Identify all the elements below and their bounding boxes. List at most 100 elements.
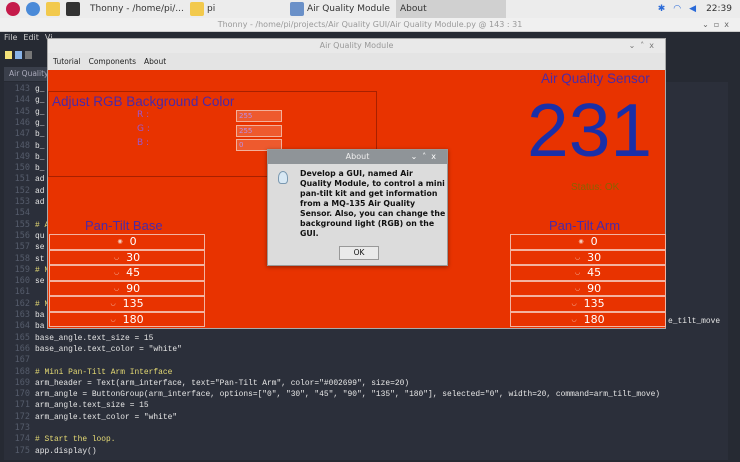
line-number: 144 bbox=[14, 95, 30, 106]
about-dialog: About ⌄˄x Develop a GUI, named Air Qualit… bbox=[267, 149, 448, 266]
task-pi[interactable]: pi bbox=[186, 0, 286, 18]
menu-about[interactable]: About bbox=[144, 57, 166, 66]
wifi-icon[interactable]: ◠ bbox=[673, 4, 681, 14]
line-number: 168 bbox=[14, 366, 30, 377]
arm-angle-option[interactable]: ◡ 45 bbox=[510, 265, 666, 281]
option-label: 180 bbox=[122, 312, 144, 326]
code-line-tail: e_tilt_move bbox=[668, 317, 721, 326]
new-file-icon[interactable] bbox=[5, 51, 12, 59]
about-title-bar: About ⌄˄x bbox=[268, 150, 447, 164]
option-label: 135 bbox=[583, 297, 605, 310]
arm-angle-option[interactable]: ◡ 135 bbox=[510, 296, 666, 312]
radio-selected-icon: ◉ bbox=[117, 238, 123, 245]
line-number: 156 bbox=[14, 230, 30, 241]
code-line: b_ bbox=[35, 152, 45, 162]
arm-angle-option[interactable]: ◡ 30 bbox=[510, 249, 666, 265]
sensor-title: Air Quality Sensor bbox=[541, 71, 650, 86]
arm-angle-option[interactable]: ◡ 90 bbox=[510, 280, 666, 296]
terminal-icon[interactable] bbox=[66, 2, 80, 16]
radio-icon: ◡ bbox=[110, 300, 116, 307]
ok-button[interactable]: OK bbox=[339, 246, 379, 260]
code-line: st bbox=[35, 254, 45, 264]
menu-edit[interactable]: Edit bbox=[23, 33, 39, 42]
task-label: About bbox=[400, 4, 427, 14]
line-number: 151 bbox=[14, 174, 30, 185]
code-line: ad bbox=[35, 175, 45, 185]
arm-angle-option[interactable]: ◡ 180 bbox=[510, 311, 666, 327]
base-title: Pan-Tilt Base bbox=[85, 218, 163, 233]
code-line: b_ bbox=[35, 130, 45, 140]
code-line: ba bbox=[35, 311, 45, 320]
option-label: 30 bbox=[587, 250, 602, 264]
window-title: Thonny - /home/pi/projects/Air Quality G… bbox=[217, 20, 523, 29]
menu-file[interactable]: File bbox=[4, 33, 17, 42]
base-angle-option[interactable]: ◡ 90 bbox=[49, 280, 205, 296]
line-number: 174 bbox=[14, 434, 30, 445]
radio-icon: ◡ bbox=[113, 284, 120, 292]
base-angle-option[interactable]: ◡ 30 bbox=[49, 249, 205, 265]
radio-icon: ◡ bbox=[571, 315, 577, 323]
thonny-menu-bar: File Edit Vi bbox=[4, 33, 52, 42]
save-file-icon[interactable] bbox=[25, 51, 32, 59]
code-line: g_ bbox=[35, 107, 45, 117]
code-line: app.display() bbox=[35, 446, 97, 456]
line-number: 152 bbox=[14, 185, 30, 196]
line-number: 171 bbox=[14, 400, 30, 411]
line-number: 143 bbox=[14, 84, 30, 94]
g-input[interactable]: 255 bbox=[236, 125, 282, 137]
line-number: 155 bbox=[14, 219, 30, 230]
code-line: # Mini Pan-Tilt Arm Interface bbox=[35, 367, 173, 377]
code-line: g_ bbox=[35, 118, 45, 128]
window-controls[interactable]: ⌄▫x bbox=[702, 18, 734, 32]
line-number: 165 bbox=[14, 332, 30, 343]
menu-components[interactable]: Components bbox=[89, 57, 136, 66]
base-angle-option[interactable]: ◡ 45 bbox=[49, 265, 205, 281]
arm-title: Pan-Tilt Arm bbox=[549, 218, 621, 233]
bluetooth-icon[interactable]: ✱ bbox=[658, 4, 666, 14]
task-label: pi bbox=[207, 4, 216, 14]
line-number: 154 bbox=[14, 208, 30, 219]
task-about[interactable]: About bbox=[396, 0, 506, 18]
open-file-icon[interactable] bbox=[15, 51, 22, 59]
editor-tab[interactable]: Air Quality bbox=[4, 67, 48, 81]
code-line: g_ bbox=[35, 96, 45, 106]
arm-angle-option[interactable]: ◉ 0 bbox=[510, 234, 666, 250]
task-air-quality[interactable]: Air Quality Module bbox=[286, 0, 396, 18]
b-label: B : bbox=[137, 138, 150, 148]
line-number: 158 bbox=[14, 253, 30, 264]
line-number: 146 bbox=[14, 117, 30, 128]
line-number: 150 bbox=[14, 163, 30, 174]
window-controls[interactable]: ⌄˄x bbox=[411, 150, 441, 164]
r-input[interactable]: 255 bbox=[236, 110, 282, 122]
option-label: 135 bbox=[122, 297, 144, 310]
radio-icon: ◡ bbox=[113, 269, 120, 276]
info-bulb-icon bbox=[278, 171, 288, 184]
code-line: base_angle.text_size = 15 bbox=[35, 333, 154, 343]
rgb-title: Adjust RGB Background Color bbox=[52, 94, 235, 109]
browser-icon[interactable] bbox=[26, 2, 40, 16]
code-line: qu bbox=[35, 231, 45, 241]
base-angle-option[interactable]: ◉ 0 bbox=[49, 234, 205, 250]
option-label: 45 bbox=[587, 266, 602, 279]
radio-icon: ◡ bbox=[574, 253, 581, 261]
file-manager-icon[interactable] bbox=[46, 2, 60, 16]
sensor-reading: 231 bbox=[527, 88, 653, 172]
app-title: Air Quality Module bbox=[319, 41, 394, 50]
line-number: 162 bbox=[14, 298, 30, 309]
line-number: 173 bbox=[14, 423, 30, 433]
window-controls[interactable]: ⌄˄x bbox=[629, 39, 659, 53]
base-angle-option[interactable]: ◡ 180 bbox=[49, 311, 205, 327]
tab-label: Air Quality bbox=[9, 69, 49, 78]
code-line: ad bbox=[35, 186, 45, 196]
volume-icon[interactable]: ◀ bbox=[689, 4, 696, 14]
code-line: arm_header = Text(arm_interface, text="P… bbox=[35, 378, 410, 388]
raspberry-menu-icon[interactable] bbox=[6, 2, 20, 16]
radio-icon: ◡ bbox=[574, 284, 581, 292]
thonny-title-bar: Thonny - /home/pi/projects/Air Quality G… bbox=[0, 18, 740, 32]
line-number: 175 bbox=[14, 445, 30, 456]
menu-tutorial[interactable]: Tutorial bbox=[53, 57, 81, 66]
task-thonny[interactable]: Thonny - /home/pi/... bbox=[86, 0, 186, 18]
code-line: ad bbox=[35, 198, 45, 207]
base-angle-option[interactable]: ◡ 135 bbox=[49, 296, 205, 312]
line-number: 149 bbox=[14, 151, 30, 162]
